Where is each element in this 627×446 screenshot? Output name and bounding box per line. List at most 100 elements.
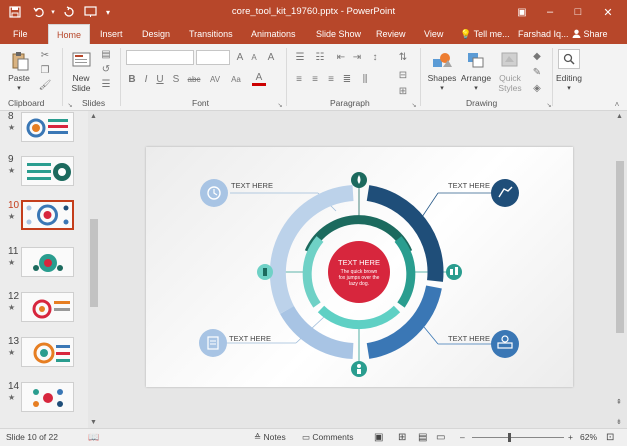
comments-button[interactable]: ▭ Comments xyxy=(302,429,354,446)
money-hand-icon[interactable] xyxy=(491,330,519,358)
slide-thumbnail-13[interactable] xyxy=(21,337,74,367)
collapse-ribbon-icon[interactable]: ˄ xyxy=(612,99,622,109)
convert-smartart-icon[interactable]: ⊞ xyxy=(396,86,410,97)
copy-icon[interactable]: ❐ xyxy=(38,63,52,77)
slide-thumbnail-10[interactable] xyxy=(21,200,74,230)
zoom-in-button[interactable]: + xyxy=(568,429,573,446)
middle-ring-bottom[interactable] xyxy=(317,305,401,330)
tab-animations[interactable]: Animations xyxy=(251,24,296,44)
font-name-combo[interactable] xyxy=(126,50,194,65)
text-direction-icon[interactable]: ⇅ xyxy=(396,50,410,64)
quick-styles-icon[interactable] xyxy=(498,49,522,71)
scroll-thumb[interactable] xyxy=(90,219,98,307)
scroll-thumb[interactable] xyxy=(616,161,624,333)
shape-effects-icon[interactable]: ◈ xyxy=(530,82,544,94)
reset-icon[interactable]: ↺ xyxy=(100,63,112,75)
slide-counter[interactable]: Slide 10 of 22 xyxy=(6,429,58,446)
paste-icon[interactable] xyxy=(8,50,32,72)
zoom-slider-thumb[interactable] xyxy=(508,433,511,442)
section-icon[interactable]: ☰ xyxy=(100,78,112,90)
arrange-dropdown-icon[interactable]: ▾ xyxy=(458,84,494,94)
shape-fill-icon[interactable]: ◆ xyxy=(530,50,544,62)
fit-to-window-icon[interactable]: ⊡ xyxy=(606,429,614,446)
align-center-icon[interactable]: ≡ xyxy=(308,72,322,86)
label-bottom-right[interactable]: TEXT HERE xyxy=(448,334,490,343)
tab-review[interactable]: Review xyxy=(376,24,406,44)
middle-ring-right[interactable] xyxy=(394,236,416,308)
tab-home[interactable]: Home xyxy=(48,24,91,44)
clipboard-launcher-icon[interactable]: ↘ xyxy=(66,101,74,109)
spelling-icon[interactable]: 📖 xyxy=(88,429,99,446)
underline-button[interactable]: U xyxy=(154,72,166,86)
share-button[interactable]: Share xyxy=(572,24,608,44)
font-launcher-icon[interactable]: ↘ xyxy=(276,101,284,109)
slide-canvas[interactable]: TEXT HERE The quick brown fox jumps over… xyxy=(146,147,573,387)
tab-design[interactable]: Design xyxy=(142,24,170,44)
increase-indent-icon[interactable]: ⇥ xyxy=(350,50,364,64)
line-spacing-icon[interactable]: ↕ xyxy=(368,50,382,64)
thumbnails-scrollbar[interactable]: ▲ ▼ xyxy=(88,111,100,428)
slide-thumbnail-14[interactable] xyxy=(21,382,74,412)
label-top-right[interactable]: TEXT HERE xyxy=(448,181,490,190)
slideshow-icon[interactable]: ▭ xyxy=(436,429,445,446)
reading-view-icon[interactable]: ▤ xyxy=(418,429,427,446)
cut-icon[interactable]: ✂ xyxy=(38,48,52,62)
next-slide-icon[interactable]: ⇟ xyxy=(616,418,622,426)
editing-dropdown-icon[interactable]: ▾ xyxy=(554,84,584,94)
paragraph-launcher-icon[interactable]: ↘ xyxy=(410,101,418,109)
shapes-label[interactable]: Shapes xyxy=(426,73,458,83)
editor-scrollbar[interactable]: ▲ ⇞ ⇟ xyxy=(614,111,626,428)
decrease-indent-icon[interactable]: ⇤ xyxy=(334,50,348,64)
hand-icon[interactable] xyxy=(491,179,519,207)
zoom-level[interactable]: 62% xyxy=(580,429,597,446)
arrange-icon[interactable] xyxy=(464,49,488,71)
strikethrough-button[interactable]: abc xyxy=(184,72,204,86)
character-spacing-button[interactable]: AV xyxy=(206,72,224,86)
font-color-button[interactable]: A xyxy=(252,72,266,86)
scroll-down-icon[interactable]: ▼ xyxy=(90,419,97,426)
editing-label[interactable]: Editing xyxy=(554,73,584,83)
new-slide-label-line1[interactable]: New xyxy=(66,73,96,83)
slide-thumbnail-11[interactable] xyxy=(21,247,74,277)
scroll-up-icon[interactable]: ▲ xyxy=(616,113,623,120)
new-slide-label-line2[interactable]: Slide xyxy=(66,83,96,93)
shadow-button[interactable]: S xyxy=(170,72,182,86)
scroll-up-icon[interactable]: ▲ xyxy=(90,113,97,120)
tab-transitions[interactable]: Transitions xyxy=(189,24,233,44)
slide-thumbnail-8[interactable] xyxy=(21,112,74,142)
shapes-dropdown-icon[interactable]: ▾ xyxy=(426,84,458,94)
tab-view[interactable]: View xyxy=(424,24,443,44)
align-text-icon[interactable]: ⊟ xyxy=(396,68,410,82)
zoom-slider[interactable] xyxy=(472,433,564,442)
tab-insert[interactable]: Insert xyxy=(100,24,123,44)
slide-thumbnail-12[interactable] xyxy=(21,292,74,322)
zoom-out-button[interactable]: – xyxy=(460,429,465,446)
user-account[interactable]: Farshad Iq... xyxy=(518,24,569,44)
middle-ring-left[interactable] xyxy=(302,236,324,308)
quick-styles-label-line1[interactable]: Quick xyxy=(494,73,526,83)
label-bottom-left[interactable]: TEXT HERE xyxy=(229,334,271,343)
tab-file[interactable]: File xyxy=(13,24,28,44)
previous-slide-icon[interactable]: ⇞ xyxy=(616,398,622,406)
ribbon-display-options-icon[interactable]: ▣ xyxy=(508,0,536,24)
arrange-label[interactable]: Arrange xyxy=(458,73,494,83)
tab-slide-show[interactable]: Slide Show xyxy=(316,24,361,44)
slide-sorter-icon[interactable]: ⊞ xyxy=(398,429,406,446)
columns-icon[interactable]: ⫼ xyxy=(358,72,372,86)
format-painter-icon[interactable]: 🖌 xyxy=(38,78,52,92)
increase-font-size-icon[interactable]: A xyxy=(234,50,246,64)
align-left-icon[interactable]: ≡ xyxy=(292,72,306,86)
numbering-icon[interactable]: ☷ xyxy=(312,50,328,64)
clipboard-icon[interactable] xyxy=(199,329,227,357)
restore-button[interactable]: □ xyxy=(564,0,592,24)
clear-formatting-icon[interactable]: A xyxy=(264,50,278,64)
find-icon[interactable] xyxy=(558,49,580,69)
bullets-icon[interactable]: ☰ xyxy=(292,50,308,64)
bold-button[interactable]: B xyxy=(126,72,138,86)
justify-icon[interactable]: ≣ xyxy=(340,72,354,86)
shapes-icon[interactable] xyxy=(430,49,454,71)
decrease-font-size-icon[interactable]: A xyxy=(248,50,260,64)
change-case-button[interactable]: Aa xyxy=(228,72,244,86)
layout-icon[interactable]: ▤ xyxy=(100,48,112,60)
chart-icon[interactable] xyxy=(446,264,462,280)
